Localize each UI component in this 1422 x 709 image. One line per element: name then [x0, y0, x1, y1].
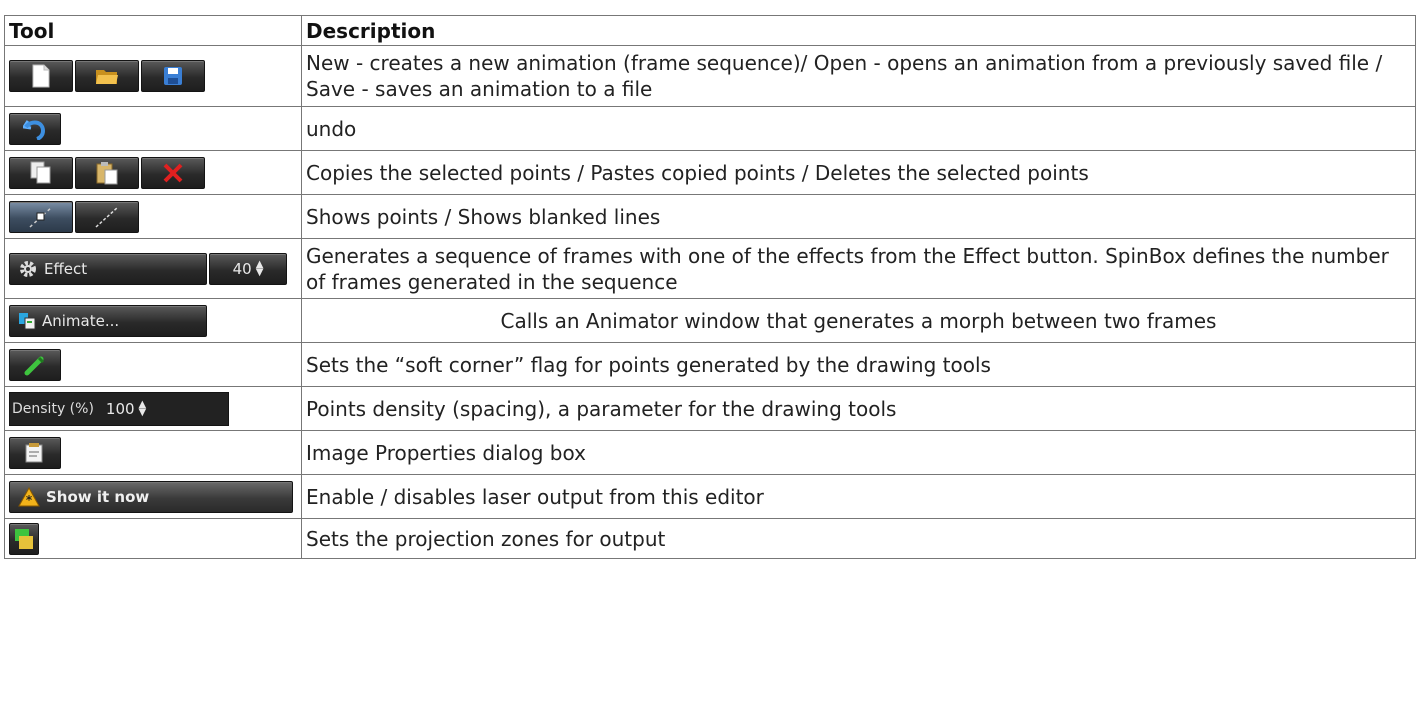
table-row: Sets the “soft corner” flag for points g… — [4, 342, 1416, 387]
tool-cell — [4, 45, 302, 107]
animate-icon — [19, 312, 36, 329]
header-description: Description — [301, 15, 1416, 46]
undo-button[interactable] — [9, 112, 61, 145]
show-it-now-button[interactable]: * Show it now — [9, 480, 293, 513]
projection-zones-icon — [15, 528, 33, 549]
header-row: Tool Description — [4, 15, 1416, 46]
paste-icon — [96, 161, 118, 184]
table-row: New - creates a new animation (frame seq… — [4, 45, 1416, 107]
tool-cell: Density (%) 100 ▲ ▼ — [4, 386, 302, 431]
table-row: Copies the selected points / Pastes copi… — [4, 150, 1416, 195]
tool-cell: * Show it now — [4, 474, 302, 519]
frames-spinbox[interactable]: 40 ▲ ▼ — [209, 252, 287, 285]
tool-cell — [4, 518, 302, 559]
spin-arrows-icon[interactable]: ▲ ▼ — [139, 399, 147, 417]
tool-cell: Effect 40 ▲ ▼ — [4, 238, 302, 299]
new-file-icon — [32, 64, 50, 88]
header-tool: Tool — [4, 15, 302, 46]
description-cell: Sets the “soft corner” flag for points g… — [301, 342, 1416, 387]
tool-cell — [4, 194, 302, 239]
blanked-lines-icon — [95, 205, 119, 228]
table-row: Shows points / Shows blanked lines — [4, 194, 1416, 239]
soft-corner-button[interactable] — [9, 348, 61, 381]
projection-zones-button[interactable] — [9, 522, 39, 555]
tools-table: Tool Description New - creates a new ani… — [4, 15, 1416, 559]
delete-icon — [163, 163, 183, 182]
copy-button[interactable] — [9, 156, 73, 189]
table-row: Density (%) 100 ▲ ▼ Points density (spaci… — [4, 386, 1416, 431]
description-cell: Points density (spacing), a parameter fo… — [301, 386, 1416, 431]
description-cell: undo — [301, 106, 1416, 151]
density-value: 100 — [105, 399, 135, 418]
save-button[interactable] — [141, 60, 205, 92]
table-row: Effect 40 ▲ ▼ Generates a sequence of fra… — [4, 238, 1416, 299]
tool-cell — [4, 430, 302, 475]
description-cell: New - creates a new animation (frame seq… — [301, 45, 1416, 107]
table-row: Animate... Calls an Animator window that… — [4, 298, 1416, 343]
image-properties-button[interactable] — [9, 436, 61, 469]
image-properties-icon — [25, 442, 43, 462]
open-folder-icon — [96, 70, 118, 84]
description-cell: Copies the selected points / Pastes copi… — [301, 150, 1416, 195]
show-it-now-label: Show it now — [46, 487, 150, 506]
svg-text:*: * — [26, 493, 33, 507]
description-cell: Sets the projection zones for output — [301, 518, 1416, 559]
description-cell: Enable / disables laser output from this… — [301, 474, 1416, 519]
description-cell: Shows points / Shows blanked lines — [301, 194, 1416, 239]
animate-button[interactable]: Animate... — [9, 304, 207, 337]
gear-icon — [20, 260, 36, 277]
effect-label: Effect — [44, 259, 88, 278]
density-spinbox[interactable]: 100 ▲ ▼ — [102, 396, 150, 422]
tool-cell — [4, 106, 302, 151]
table-row: undo — [4, 106, 1416, 151]
density-label: Density (%) — [12, 400, 94, 417]
save-disk-icon — [164, 67, 182, 85]
table-row: Image Properties dialog box — [4, 430, 1416, 475]
soft-corner-pen-icon — [24, 356, 45, 375]
new-button[interactable] — [9, 60, 73, 92]
table-row: Sets the projection zones for output — [4, 518, 1416, 559]
blanked-lines-button[interactable] — [75, 200, 139, 233]
effect-button[interactable]: Effect — [9, 252, 207, 285]
warning-icon: * — [18, 486, 40, 507]
copy-icon — [30, 161, 51, 183]
frames-value: 40 — [232, 259, 252, 278]
delete-button[interactable] — [141, 156, 205, 189]
description-cell: Calls an Animator window that generates … — [301, 298, 1416, 343]
show-points-icon — [29, 205, 53, 228]
paste-button[interactable] — [75, 156, 139, 189]
animate-label: Animate... — [42, 311, 120, 330]
description-cell: Image Properties dialog box — [301, 430, 1416, 475]
tool-cell: Animate... — [4, 298, 302, 343]
spin-arrows-icon[interactable]: ▲ ▼ — [256, 259, 264, 277]
tool-cell — [4, 150, 302, 195]
undo-icon — [23, 119, 46, 140]
description-cell: Generates a sequence of frames with one … — [301, 238, 1416, 299]
show-points-button[interactable] — [9, 200, 73, 233]
tool-cell — [4, 342, 302, 387]
table-row: * Show it now Enable / disables laser ou… — [4, 474, 1416, 519]
open-button[interactable] — [75, 60, 139, 92]
